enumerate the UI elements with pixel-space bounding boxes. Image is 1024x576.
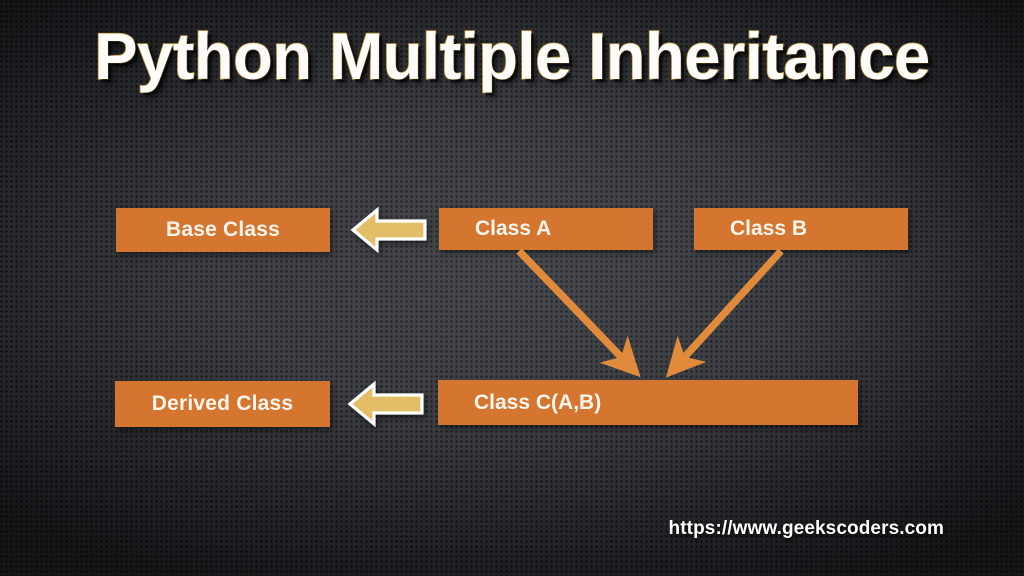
class-c-label: Class C(A,B) <box>474 390 602 414</box>
class-c-box: Class C(A,B) <box>438 380 858 425</box>
page-title: Python Multiple Inheritance <box>93 18 931 94</box>
base-class-pointer-arrow-icon <box>350 206 427 254</box>
slide-canvas: Python Multiple Inheritance Base Class C… <box>0 0 1024 576</box>
connector-class-a-to-class-c <box>516 248 641 378</box>
derived-class-pointer-arrow-icon <box>347 380 424 428</box>
class-a-box: Class A <box>439 208 653 250</box>
base-class-label: Base Class <box>165 218 281 241</box>
derived-class-label: Derived Class <box>151 392 294 415</box>
connector-class-b-to-class-c <box>665 248 784 378</box>
class-b-label: Class B <box>730 217 808 240</box>
class-a-label: Class A <box>475 217 552 240</box>
class-b-box: Class B <box>694 208 908 250</box>
base-class-box: Base Class <box>116 208 330 252</box>
derived-class-box: Derived Class <box>115 381 330 427</box>
footer-website-url: https://www.geekscoders.com <box>668 518 944 539</box>
